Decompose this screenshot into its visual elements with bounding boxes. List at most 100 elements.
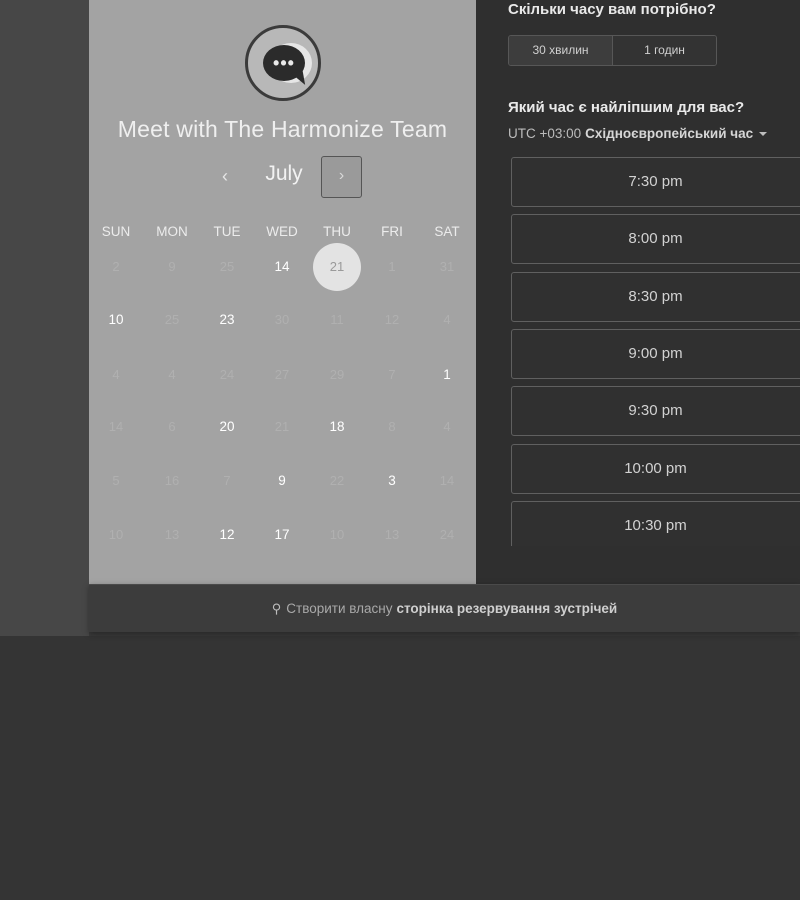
calendar-day-number: 14: [274, 259, 290, 274]
timezone-name: Східноєвропейський час: [585, 126, 754, 141]
calendar-day: 29: [310, 350, 364, 400]
calendar-day-number: 3: [388, 473, 396, 488]
page-side-backdrop: [0, 0, 89, 636]
duration-option-1hour[interactable]: 1 годин: [613, 36, 716, 65]
calendar-day-number: 23: [219, 312, 235, 327]
weekday-wed: WED: [266, 224, 298, 239]
calendar-day-number: 21: [329, 259, 345, 274]
calendar-day-number: 11: [330, 312, 344, 327]
calendar-day: 6: [145, 402, 199, 452]
calendar-day-number: 1: [388, 259, 396, 274]
duration-title: Скільки часу вам потрібно?: [508, 1, 716, 18]
timezone-offset: UTC +03:00: [508, 126, 582, 141]
calendar-day-number: 9: [168, 259, 176, 274]
footer-bar[interactable]: ⚲ Створити власну сторінка резервування …: [89, 584, 800, 632]
calendar-day: 4: [145, 350, 199, 400]
weekday-sun: SUN: [101, 224, 131, 239]
timezone-selector[interactable]: UTC +03:00 Східноєвропейський час: [508, 126, 768, 141]
calendar-day[interactable]: 23: [200, 295, 254, 345]
calendar-day[interactable]: 17: [255, 510, 309, 560]
calendar-day-number: 13: [164, 527, 180, 542]
calendar-day: 24: [200, 350, 254, 400]
calendar-day: 16: [145, 456, 199, 506]
calendar-day: 10: [310, 510, 364, 560]
calendar-day: 12: [365, 295, 419, 345]
calendar-day-number: 25: [219, 259, 235, 274]
month-label: July: [265, 162, 303, 185]
time-slot-button[interactable]: 9:30 pm: [511, 386, 800, 437]
calendar-day: 4: [89, 350, 143, 400]
time-slot-button[interactable]: 8:30 pm: [511, 271, 800, 322]
link-icon: ⚲: [271, 600, 282, 616]
calendar-day-number: 18: [329, 419, 345, 434]
calendar-day[interactable]: 3: [365, 456, 419, 506]
calendar-day-number: 13: [384, 527, 400, 542]
calendar-day[interactable]: 18: [310, 402, 364, 452]
calendar-day-number: 30: [274, 312, 290, 327]
calendar-day-number: 2: [112, 259, 120, 274]
calendar-day: 2: [89, 242, 143, 292]
time-slot-button[interactable]: 9:00 pm: [511, 328, 800, 379]
time-slot-button[interactable]: 7:30 pm: [511, 157, 800, 207]
weekday-mon: MON: [156, 224, 188, 239]
calendar-day-number: 24: [219, 367, 235, 382]
calendar-day-number: 6: [168, 419, 176, 434]
time-slot-button[interactable]: 8:00 pm: [511, 214, 800, 265]
calendar-day-number: 1: [443, 367, 451, 382]
time-slot-button[interactable]: 10:00 pm: [511, 443, 800, 494]
calendar-day[interactable]: 9: [255, 456, 309, 506]
calendar-day: 4: [420, 295, 474, 345]
calendar-day: 10: [89, 510, 143, 560]
time-slot-button[interactable]: 10:30 pm: [511, 500, 800, 546]
weekday-sat: SAT: [434, 224, 460, 239]
calendar-day-number: 22: [329, 473, 345, 488]
calendar-day: 30: [255, 295, 309, 345]
calendar-day[interactable]: 12: [200, 510, 254, 560]
calendar-day-number: 9: [278, 473, 286, 488]
calendar-day-number: 14: [439, 473, 455, 488]
calendar-day-number: 20: [219, 419, 235, 434]
calendar-day: 14: [89, 402, 143, 452]
calendar-day: 9: [145, 242, 199, 292]
calendar-day-number: 25: [164, 312, 180, 327]
calendar-day-number: 4: [112, 367, 120, 382]
calendar-day[interactable]: 10: [89, 295, 143, 345]
calendar-day[interactable]: 20: [200, 402, 254, 452]
calendar-day: 14: [420, 456, 474, 506]
prev-month-button[interactable]: ‹: [213, 164, 237, 190]
weekday-header: SUN MON TUE WED THU FRI SAT: [89, 224, 476, 240]
footer-prefix: Створити власну: [286, 601, 393, 616]
calendar-day: 31: [420, 242, 474, 292]
calendar-day-number: 14: [108, 419, 124, 434]
calendar-day-selected[interactable]: 21: [310, 242, 364, 292]
calendar-day: 1: [365, 242, 419, 292]
calendar-day: 25: [200, 242, 254, 292]
calendar-day[interactable]: 14: [255, 242, 309, 292]
calendar-day: 21: [255, 402, 309, 452]
time-slot-list: 7:30 pm 8:00 pm 8:30 pm 9:00 pm 9:30 pm 10:00…: [511, 157, 800, 546]
chevron-down-icon: [759, 132, 768, 137]
calendar-day-number: 29: [329, 367, 345, 382]
team-title: Meet with The Harmonize Team: [117, 116, 448, 142]
calendar-day-number: 10: [329, 527, 345, 542]
calendar-day: 5: [89, 456, 143, 506]
next-month-button[interactable]: ›: [321, 156, 362, 198]
calendar-day: 27: [255, 350, 309, 400]
weekday-tue: TUE: [213, 224, 241, 239]
footer-bold-link[interactable]: сторінка резервування зустрічей: [396, 601, 617, 616]
calendar-grid: 2 9 25 14 21 1 31 10 25 23 30 11 12 4 4 4 24 27 29 7 1 14 6 20 2…: [89, 240, 476, 560]
calendar-day-number: 12: [219, 527, 235, 542]
calendar-day: 11: [310, 295, 364, 345]
duration-option-30min[interactable]: 30 хвилин: [509, 36, 613, 65]
calendar-day-number: 7: [223, 473, 231, 488]
calendar-day: 13: [145, 510, 199, 560]
calendar-day-number: 21: [274, 419, 290, 434]
calendar-day-number: 27: [274, 367, 290, 382]
calendar-day: 7: [365, 350, 419, 400]
calendar-day[interactable]: 1: [420, 350, 474, 400]
chat-bubble-icon: •••: [245, 25, 321, 101]
calendar-day-number: 12: [384, 312, 400, 327]
calendar-day-number: 8: [388, 419, 396, 434]
calendar-day-number: 16: [164, 473, 180, 488]
calendar-day-number: 10: [108, 527, 124, 542]
